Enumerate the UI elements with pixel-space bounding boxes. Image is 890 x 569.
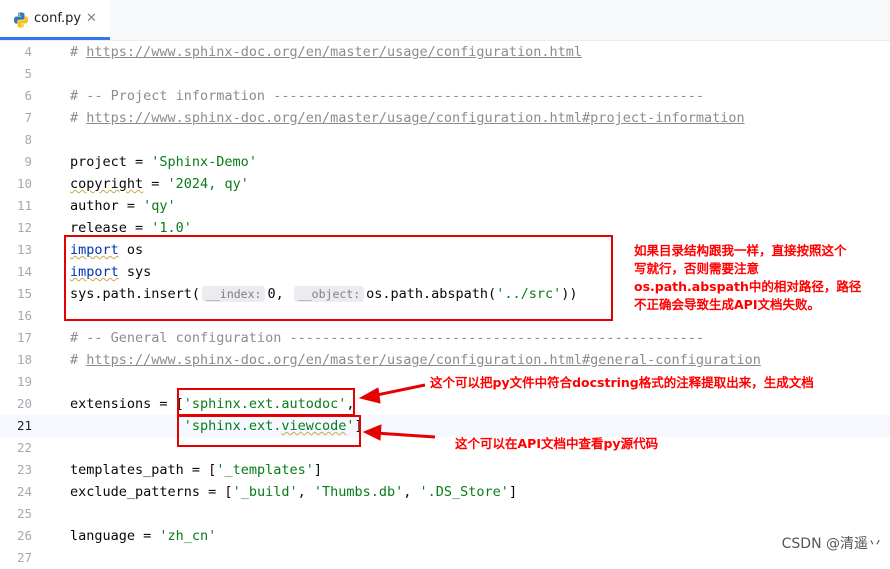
line-number: 10	[16, 176, 32, 191]
code-line: 4 # https://www.sphinx-doc.org/en/master…	[0, 41, 890, 63]
string-literal: '.DS_Store'	[419, 484, 509, 500]
code-line: 25	[0, 503, 890, 525]
active-tab-indicator	[0, 37, 110, 40]
close-icon[interactable]: ✕	[86, 11, 97, 26]
code-text: exclude_patterns = [	[70, 484, 233, 500]
code-text: ,	[403, 484, 420, 500]
code-text: copyright	[70, 176, 144, 192]
line-number: 17	[16, 330, 32, 345]
code-text: author =	[70, 198, 144, 214]
python-file-icon	[14, 12, 28, 28]
line-number: 22	[16, 440, 32, 455]
code-text: ,	[297, 484, 314, 500]
code-text: =	[143, 176, 168, 192]
comment: #	[70, 110, 87, 126]
code-text: project =	[70, 154, 152, 170]
code-line: 8	[0, 129, 890, 151]
code-text: ]	[508, 484, 518, 500]
code-line: 18 # https://www.sphinx-doc.org/en/maste…	[0, 349, 890, 371]
comment: # -- Project information ---------------…	[70, 88, 704, 104]
line-number: 25	[16, 506, 32, 521]
url-link[interactable]: https://www.sphinx-doc.org/en/master/usa…	[86, 44, 582, 60]
line-number: 16	[16, 308, 32, 323]
line-number: 26	[16, 528, 32, 543]
string-literal: '_build'	[232, 484, 298, 500]
url-link[interactable]: https://www.sphinx-doc.org/en/master/usa…	[86, 110, 744, 126]
tab-label: conf.py	[34, 11, 82, 26]
line-number: 18	[16, 352, 32, 367]
code-line: 17 # -- General configuration ----------…	[0, 327, 890, 349]
line-number: 21	[16, 418, 32, 433]
annotation-note-autodoc: 这个可以把py文件中符合docstring格式的注释提取出来，生成文档	[430, 374, 890, 392]
string-literal: '1.0'	[151, 220, 192, 236]
line-number: 11	[16, 198, 32, 213]
line-number: 7	[24, 110, 32, 125]
note-line: 这个可以把py文件中符合docstring格式的注释提取出来，生成文档	[430, 375, 814, 390]
code-text: ]	[313, 462, 322, 478]
line-number: 23	[16, 462, 32, 477]
line-number: 9	[24, 154, 32, 169]
annotation-note-path: 如果目录结构跟我一样，直接按照这个 写就行，否则需要注意 os.path.abs…	[634, 242, 890, 314]
code-line: 20 extensions = ['sphinx.ext.autodoc',	[0, 393, 890, 415]
code-line: 10 copyright = '2024, qy'	[0, 173, 890, 195]
editor-tab-bar: conf.py ✕	[0, 0, 890, 41]
note-line: 不正确会导致生成API文档失败。	[634, 297, 820, 312]
code-line: 23 templates_path = ['_templates']	[0, 459, 890, 481]
code-text: extensions = [	[70, 396, 184, 412]
line-number: 14	[16, 264, 32, 279]
code-line: 7 # https://www.sphinx-doc.org/en/master…	[0, 107, 890, 129]
code-line: 9 project = 'Sphinx-Demo'	[0, 151, 890, 173]
note-line: 如果目录结构跟我一样，直接按照这个	[634, 243, 847, 258]
string-literal: 'Thumbs.db'	[313, 484, 404, 500]
code-line: 27	[0, 547, 890, 569]
line-number: 4	[24, 44, 32, 59]
code-text: release =	[70, 220, 152, 236]
comment: #	[70, 44, 87, 60]
line-number: 24	[16, 484, 32, 499]
annotation-box-autodoc	[177, 388, 355, 416]
annotation-box-viewcode	[177, 415, 361, 447]
note-line: os.path.abspath中的相对路径，路径	[634, 279, 862, 294]
string-literal: 'qy'	[143, 198, 176, 214]
string-literal: '2024, qy'	[167, 176, 249, 192]
line-number: 6	[24, 88, 32, 103]
code-line: 6 # -- Project information -------------…	[0, 85, 890, 107]
code-line: 5	[0, 63, 890, 85]
code-line-current: 21 'sphinx.ext.viewcode']	[0, 415, 890, 437]
string-literal: 'zh_cn'	[159, 528, 217, 544]
tab-conf-py[interactable]: conf.py ✕	[0, 0, 110, 40]
string-literal: '_templates'	[216, 462, 314, 478]
note-line: 这个可以在API文档中查看py源代码	[455, 436, 659, 451]
code-line: 26 language = 'zh_cn'	[0, 525, 890, 547]
annotation-box-sys-path	[64, 235, 613, 321]
comment: #	[70, 352, 87, 368]
line-number: 5	[24, 66, 32, 81]
line-number: 19	[16, 374, 32, 389]
line-number: 27	[16, 550, 32, 565]
code-line: 11 author = 'qy'	[0, 195, 890, 217]
line-number: 12	[16, 220, 32, 235]
code-text: language =	[70, 528, 160, 544]
line-number: 20	[16, 396, 32, 411]
url-link[interactable]: https://www.sphinx-doc.org/en/master/usa…	[86, 352, 761, 368]
line-number: 15	[16, 286, 32, 301]
line-number: 8	[24, 132, 32, 147]
note-line: 写就行，否则需要注意	[634, 261, 760, 276]
code-line: 24 exclude_patterns = ['_build', 'Thumbs…	[0, 481, 890, 503]
annotation-note-viewcode: 这个可以在API文档中查看py源代码	[455, 435, 875, 453]
line-number: 13	[16, 242, 32, 257]
comment: # -- General configuration -------------…	[70, 330, 704, 346]
watermark: CSDN @清遥丷	[781, 536, 882, 552]
string-literal: 'Sphinx-Demo'	[151, 154, 257, 170]
code-text: templates_path = [	[70, 462, 217, 478]
